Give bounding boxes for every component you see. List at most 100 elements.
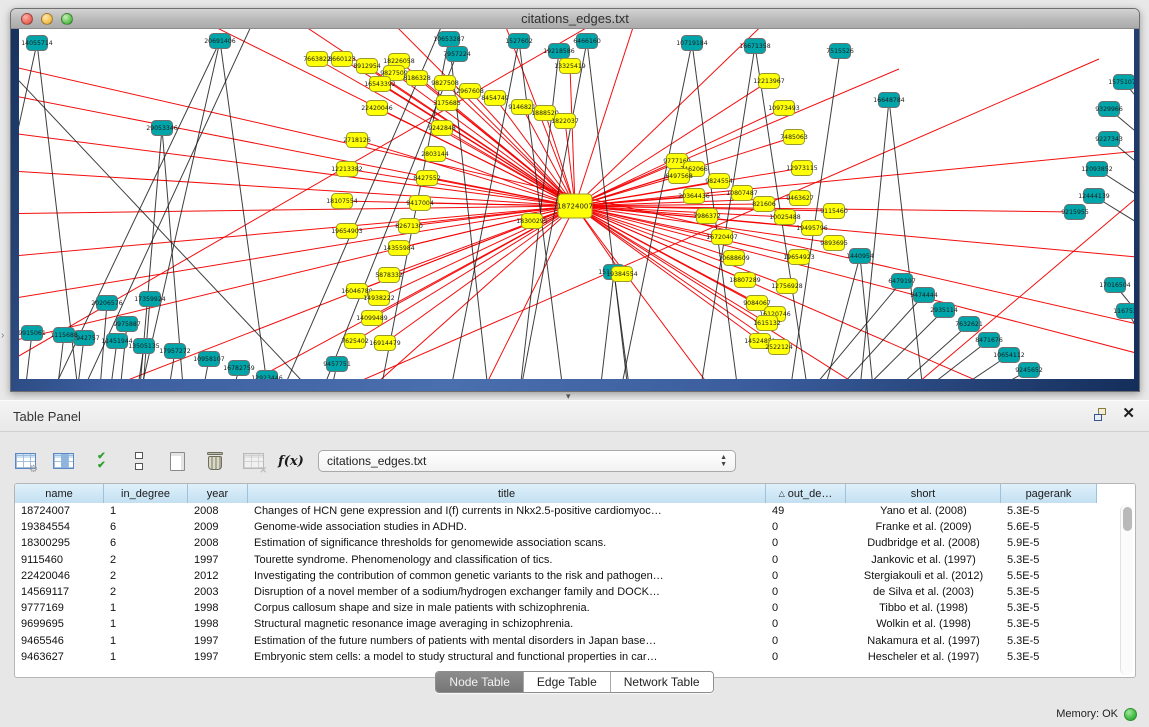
graph-edge[interactable]: [859, 100, 889, 379]
graph-node[interactable]: 12213967: [753, 74, 785, 89]
table-row[interactable]: 1872400712008Changes of HCN gene express…: [15, 503, 1135, 519]
column-settings-button[interactable]: ⚙: [12, 449, 38, 473]
graph-node[interactable]: 16914479: [369, 336, 401, 351]
collapse-panel-arrow-icon[interactable]: ›: [1, 330, 4, 341]
graph-edge[interactable]: [79, 29, 259, 379]
graph-node[interactable]: 9329966: [1095, 102, 1123, 117]
scrollbar-thumb[interactable]: [1123, 507, 1132, 531]
close-panel-icon[interactable]: ✕: [1122, 407, 1135, 421]
table-row[interactable]: 2242004622012Investigating the contribut…: [15, 568, 1135, 584]
graph-node[interactable]: 1615132: [753, 316, 781, 331]
graph-node[interactable]: 16648784: [873, 93, 905, 108]
tab-edge-table[interactable]: Edge Table: [523, 672, 610, 692]
window-titlebar[interactable]: citations_edges.txt: [11, 9, 1139, 29]
graph-node[interactable]: 6479197: [888, 274, 916, 289]
apply-checks-button[interactable]: ✔✔: [88, 449, 114, 473]
tab-node-table[interactable]: Node Table: [436, 672, 523, 692]
graph-node[interactable]: 9242848: [428, 121, 456, 136]
graph-node[interactable]: 14055714: [21, 36, 53, 51]
graph-node[interactable]: 1822037: [551, 114, 579, 129]
graph-node[interactable]: 2935114: [930, 303, 958, 318]
graph-node[interactable]: 1167533: [1113, 304, 1134, 319]
graph-edge[interactable]: [575, 206, 799, 257]
graph-node[interactable]: 1115688: [50, 328, 78, 343]
graph-node[interactable]: 19495796: [796, 221, 828, 236]
graph-node[interactable]: 9417004: [406, 196, 434, 211]
column-header-out-degree[interactable]: △out_de…: [766, 484, 846, 503]
graph-node[interactable]: 6466160: [573, 34, 601, 49]
graph-node[interactable]: 10688609: [718, 251, 750, 266]
graph-node[interactable]: 10719184: [676, 36, 708, 51]
graph-node[interactable]: 2803144: [421, 147, 449, 162]
zoom-window-icon[interactable]: [61, 13, 73, 25]
graph-node[interactable]: 17016504: [1099, 278, 1131, 293]
column-header-year[interactable]: year: [188, 484, 248, 503]
graph-node[interactable]: 9463627: [786, 191, 814, 206]
graph-node[interactable]: 18724007: [557, 194, 593, 218]
graph-node[interactable]: 7515526: [826, 44, 854, 59]
graph-node[interactable]: 9975887: [113, 317, 141, 332]
graph-node[interactable]: 9115460: [820, 204, 848, 219]
splitter-grip-icon[interactable]: ▾: [566, 392, 571, 400]
graph-node[interactable]: 9915061: [19, 326, 46, 341]
graph-node[interactable]: 7986372: [693, 209, 721, 224]
graph-node[interactable]: 9474444: [910, 288, 938, 303]
float-panel-icon[interactable]: [1094, 408, 1108, 421]
graph-node[interactable]: 3175685: [433, 96, 461, 111]
graph-node[interactable]: 10025488: [769, 210, 801, 225]
graph-node[interactable]: 6497568: [665, 169, 693, 184]
table-row[interactable]: 1830029562008Estimation of significance …: [15, 535, 1135, 551]
graph-node[interactable]: 8454749: [481, 91, 509, 106]
table-row[interactable]: 946554611997Estimation of the future num…: [15, 633, 1135, 649]
graph-node[interactable]: 9893695: [820, 236, 848, 251]
graph-edge[interactable]: [889, 370, 1029, 379]
graph-node[interactable]: 12444139: [1078, 189, 1110, 204]
graph-edge[interactable]: [829, 324, 969, 379]
graph-edge[interactable]: [762, 281, 902, 379]
graph-node[interactable]: 16782759: [223, 361, 255, 376]
graph-node[interactable]: 17957272: [159, 344, 191, 359]
table-vertical-scrollbar[interactable]: [1120, 505, 1133, 675]
graph-node[interactable]: 20206576: [91, 296, 123, 311]
graph-node[interactable]: 14355984: [383, 241, 415, 256]
row-height-button[interactable]: [126, 449, 152, 473]
graph-edge[interactable]: [19, 206, 575, 349]
function-builder-button[interactable]: f(x): [278, 449, 304, 473]
table-row[interactable]: 946362711997Embryonic stem cells: a mode…: [15, 649, 1135, 665]
column-header-in-degree[interactable]: in_degree: [104, 484, 188, 503]
column-header-pagerank[interactable]: pagerank: [1001, 484, 1097, 503]
table-row[interactable]: 977716911998Corpus callosum shape and si…: [15, 600, 1135, 616]
graph-node[interactable]: 12973115: [786, 161, 818, 176]
graph-edge[interactable]: [219, 206, 575, 379]
graph-node[interactable]: 2718126: [343, 133, 371, 148]
graph-node[interactable]: 15751074: [1108, 75, 1134, 90]
column-header-name[interactable]: name: [15, 484, 104, 503]
graph-edge[interactable]: [19, 29, 619, 379]
graph-edge[interactable]: [119, 324, 127, 379]
graph-node[interactable]: 1527602: [505, 34, 533, 49]
table-row[interactable]: 1456911722003Disruption of a novel membe…: [15, 584, 1135, 600]
graph-edge[interactable]: [162, 128, 184, 379]
table-row[interactable]: 1938455462009Genome-wide association stu…: [15, 519, 1135, 535]
column-header-short[interactable]: short: [846, 484, 1001, 503]
graph-node[interactable]: 821606: [752, 197, 776, 212]
graph-node[interactable]: 9827508: [431, 76, 459, 91]
graph-node[interactable]: 9824554: [705, 174, 733, 189]
graph-edge[interactable]: [179, 29, 575, 206]
graph-node[interactable]: 13505135: [128, 339, 160, 354]
graph-node[interactable]: 7663822: [303, 52, 331, 67]
graph-edge[interactable]: [19, 206, 575, 214]
graph-edge[interactable]: [575, 149, 1134, 206]
graph-node[interactable]: 8186328: [403, 71, 431, 86]
graph-node[interactable]: 7625402: [341, 334, 369, 349]
graph-node[interactable]: 12093852: [1081, 162, 1113, 177]
graph-node[interactable]: 2522124: [765, 340, 793, 355]
graph-node[interactable]: 18107554: [326, 194, 358, 209]
graph-node[interactable]: 16671358: [739, 39, 771, 54]
graph-node[interactable]: 7485063: [780, 130, 808, 145]
minimize-window-icon[interactable]: [41, 13, 53, 25]
graph-node[interactable]: 9227343: [1095, 132, 1123, 147]
graph-node[interactable]: 9457751: [323, 357, 351, 372]
graph-node[interactable]: 7957224: [443, 47, 471, 62]
graph-node[interactable]: 8660123: [328, 52, 356, 67]
